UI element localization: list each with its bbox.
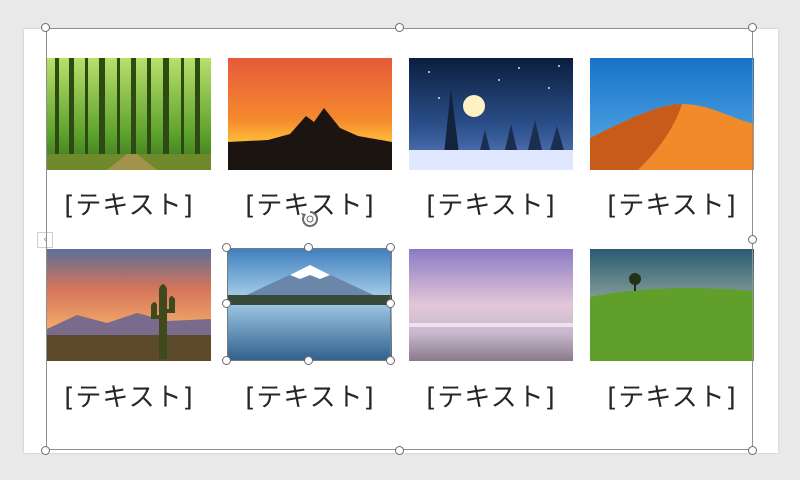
group-resize-handle-bottom-right[interactable] (748, 446, 757, 455)
group-resize-handle-top[interactable] (395, 23, 404, 32)
image-resize-handle-left[interactable] (222, 299, 231, 308)
image-resize-handle-bottom-left[interactable] (222, 356, 231, 365)
group-selection-frame (46, 28, 753, 450)
group-resize-handle-bottom[interactable] (395, 446, 404, 455)
image-resize-handle-right[interactable] (386, 299, 395, 308)
image-resize-handle-bottom[interactable] (304, 356, 313, 365)
group-resize-handle-right[interactable] (748, 235, 757, 244)
group-resize-handle-top-left[interactable] (41, 23, 50, 32)
image-resize-handle-top-left[interactable] (222, 243, 231, 252)
group-resize-handle-bottom-left[interactable] (41, 446, 50, 455)
image-resize-handle-top-right[interactable] (386, 243, 395, 252)
image-resize-handle-top[interactable] (304, 243, 313, 252)
rotate-handle-icon[interactable] (300, 209, 320, 229)
group-resize-handle-top-right[interactable] (748, 23, 757, 32)
selected-image-frame (227, 248, 391, 361)
image-resize-handle-bottom-right[interactable] (386, 356, 395, 365)
